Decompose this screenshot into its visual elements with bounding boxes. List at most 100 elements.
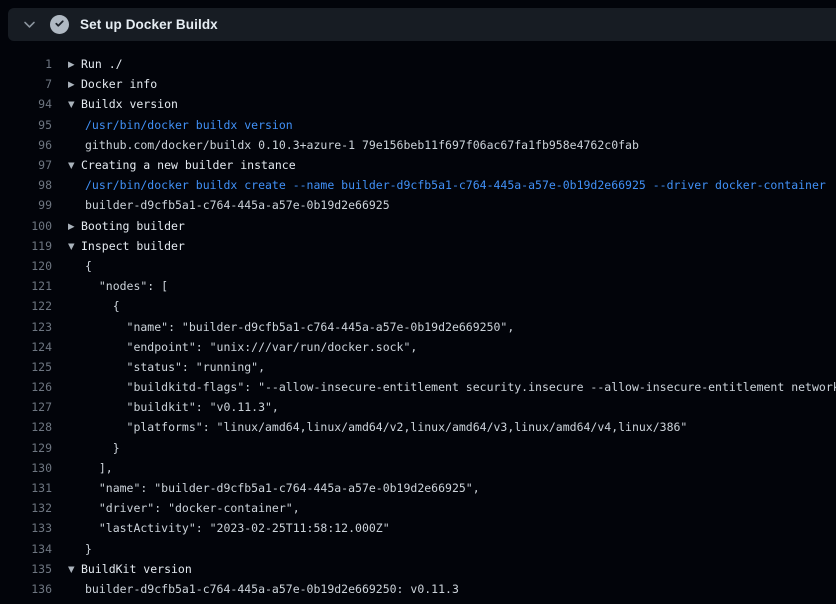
group-collapse-icon[interactable]: ▼ — [68, 100, 81, 110]
log-line: 98/usr/bin/docker buildx create --name b… — [0, 175, 836, 195]
log-line: 131 "name": "builder-d9cfb5a1-c764-445a-… — [0, 478, 836, 498]
line-number-link[interactable]: 98 — [0, 178, 52, 192]
line-number-link[interactable]: 126 — [0, 380, 52, 394]
group-expand-icon[interactable]: ▶ — [68, 222, 81, 232]
line-number-link[interactable]: 119 — [0, 239, 52, 253]
log-line: 122 { — [0, 296, 836, 316]
log-output-text: "platforms": "linux/amd64,linux/amd64/v2… — [68, 420, 687, 434]
line-number-link[interactable]: 135 — [0, 562, 52, 576]
line-number-link[interactable]: 130 — [0, 461, 52, 475]
log-group-header[interactable]: ▼Inspect builder — [68, 239, 185, 253]
log-line: 97 ▼Creating a new builder instance — [0, 155, 836, 175]
line-number-link[interactable]: 133 — [0, 521, 52, 535]
log-line: 136 builder-d9cfb5a1-c764-445a-a57e-0b19d… — [0, 579, 836, 599]
log-line: 99 builder-d9cfb5a1-c764-445a-a57e-0b19d2… — [0, 195, 836, 215]
log-line: 134} — [0, 539, 836, 559]
line-number-link[interactable]: 124 — [0, 340, 52, 354]
log-output-text: builder-d9cfb5a1-c764-445a-a57e-0b19d2e6… — [68, 582, 459, 596]
step-header[interactable]: Set up Docker Buildx — [8, 8, 836, 41]
log-line: 1 ▶Run ./ — [0, 54, 836, 74]
log-group-title: Inspect builder — [81, 239, 185, 253]
log-command-text: /usr/bin/docker buildx create --name bui… — [68, 178, 826, 192]
group-collapse-icon[interactable]: ▼ — [68, 242, 81, 252]
log-line: 94 ▼Buildx version — [0, 94, 836, 114]
line-number-link[interactable]: 123 — [0, 320, 52, 334]
log-group-title: Docker info — [81, 77, 157, 91]
log-output-text: github.com/docker/buildx 0.10.3+azure-1 … — [68, 138, 639, 152]
group-expand-icon[interactable]: ▶ — [68, 60, 81, 70]
log-output-text: ], — [68, 461, 113, 475]
log-output-text: builder-d9cfb5a1-c764-445a-a57e-0b19d2e6… — [68, 198, 390, 212]
log-line: 130 ], — [0, 458, 836, 478]
log-command-text: /usr/bin/docker buildx version — [68, 118, 293, 132]
line-number-link[interactable]: 1 — [0, 57, 52, 71]
log-line: 135 ▼BuildKit version — [0, 559, 836, 579]
line-number-link[interactable]: 134 — [0, 542, 52, 556]
log-output-text: "buildkitd-flags": "--allow-insecure-ent… — [68, 380, 836, 394]
chevron-down-icon[interactable] — [22, 17, 37, 32]
log-group-header[interactable]: ▶Booting builder — [68, 219, 185, 233]
log-line: 128 "platforms": "linux/amd64,linux/amd6… — [0, 417, 836, 437]
log-output-text: "lastActivity": "2023-02-25T11:58:12.000… — [68, 521, 390, 535]
log-group-title: Booting builder — [81, 219, 185, 233]
line-number-link[interactable]: 94 — [0, 97, 52, 111]
log-line: 123 "name": "builder-d9cfb5a1-c764-445a-… — [0, 316, 836, 336]
log-output-text: { — [68, 259, 92, 273]
log-output-text: "status": "running", — [68, 360, 265, 374]
log-group-header[interactable]: ▼Creating a new builder instance — [68, 158, 296, 172]
log-line: 125 "status": "running", — [0, 357, 836, 377]
log-line: 124 "endpoint": "unix:///var/run/docker.… — [0, 337, 836, 357]
log-output-text: { — [68, 299, 120, 313]
log-line: 119 ▼Inspect builder — [0, 236, 836, 256]
line-number-link[interactable]: 122 — [0, 299, 52, 313]
log-output-text: "driver": "docker-container", — [68, 501, 300, 515]
line-number-link[interactable]: 125 — [0, 360, 52, 374]
log-line: 133 "lastActivity": "2023-02-25T11:58:12… — [0, 518, 836, 538]
group-collapse-icon[interactable]: ▼ — [68, 565, 81, 575]
line-number-link[interactable]: 100 — [0, 219, 52, 233]
line-number-link[interactable]: 99 — [0, 198, 52, 212]
log-output-text: "buildkit": "v0.11.3", — [68, 400, 279, 414]
log-line: 132 "driver": "docker-container", — [0, 498, 836, 518]
log-line: 120 { — [0, 256, 836, 276]
log-output-text: } — [68, 441, 120, 455]
log-output-text: "name": "builder-d9cfb5a1-c764-445a-a57e… — [68, 481, 480, 495]
log-group-title: Buildx version — [81, 97, 178, 111]
check-circle-icon — [50, 15, 69, 34]
step-title: Set up Docker Buildx — [80, 17, 218, 32]
line-number-link[interactable]: 128 — [0, 420, 52, 434]
log-line: 95/usr/bin/docker buildx version — [0, 115, 836, 135]
group-collapse-icon[interactable]: ▼ — [68, 161, 81, 171]
log-output-text: } — [68, 542, 92, 556]
log-group-header[interactable]: ▼BuildKit version — [68, 562, 192, 576]
line-number-link[interactable]: 136 — [0, 582, 52, 596]
log-console: 1▶Run ./7▶Docker info94▼Buildx version95… — [0, 41, 836, 604]
log-group-header[interactable]: ▶Run ./ — [68, 57, 123, 71]
log-group-header[interactable]: ▼Buildx version — [68, 97, 178, 111]
log-output-text: "name": "builder-d9cfb5a1-c764-445a-a57e… — [68, 320, 514, 334]
line-number-link[interactable]: 120 — [0, 259, 52, 273]
log-line: 100 ▶Booting builder — [0, 216, 836, 236]
log-line: 129 } — [0, 438, 836, 458]
line-number-link[interactable]: 121 — [0, 279, 52, 293]
log-line: 7 ▶Docker info — [0, 74, 836, 94]
line-number-link[interactable]: 131 — [0, 481, 52, 495]
log-line: 127 "buildkit": "v0.11.3", — [0, 397, 836, 417]
log-output-text: "endpoint": "unix:///var/run/docker.sock… — [68, 340, 417, 354]
log-group-header[interactable]: ▶Docker info — [68, 77, 157, 91]
line-number-link[interactable]: 127 — [0, 400, 52, 414]
line-number-link[interactable]: 97 — [0, 158, 52, 172]
line-number-link[interactable]: 7 — [0, 77, 52, 91]
line-number-link[interactable]: 129 — [0, 441, 52, 455]
log-output-text: "nodes": [ — [68, 279, 168, 293]
log-group-title: Creating a new builder instance — [81, 158, 296, 172]
log-group-title: Run ./ — [81, 57, 123, 71]
line-number-link[interactable]: 95 — [0, 118, 52, 132]
group-expand-icon[interactable]: ▶ — [68, 80, 81, 90]
line-number-link[interactable]: 96 — [0, 138, 52, 152]
log-group-title: BuildKit version — [81, 562, 192, 576]
log-line: 96 github.com/docker/buildx 0.10.3+azure-… — [0, 135, 836, 155]
log-line: 126 "buildkitd-flags": "--allow-insecure… — [0, 377, 836, 397]
log-line: 121 "nodes": [ — [0, 276, 836, 296]
line-number-link[interactable]: 132 — [0, 501, 52, 515]
